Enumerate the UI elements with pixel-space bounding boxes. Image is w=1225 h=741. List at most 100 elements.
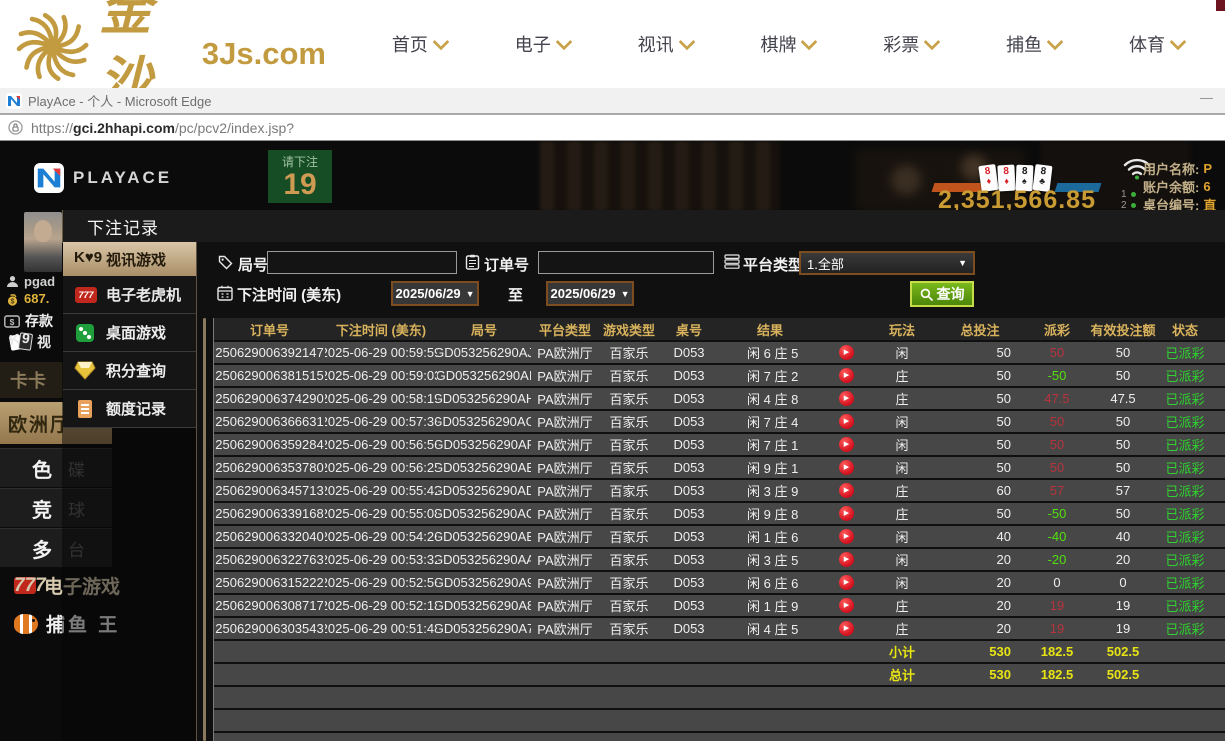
site-logo-link[interactable]: 金沙 3Js.com [6, 8, 326, 86]
cell-result: 闲 7 庄 2 [719, 365, 821, 386]
cell-side: 庄 [871, 595, 933, 616]
cell-side: 庄 [871, 388, 933, 409]
nav-item-0[interactable]: 首页 [392, 31, 447, 57]
cell-platform: PA欧洲厅 [531, 342, 599, 363]
cell-payout: 57 [1027, 480, 1087, 501]
nav-item-6[interactable]: 体育 [1129, 31, 1184, 57]
cell-result: 闲 6 庄 5 [719, 342, 821, 363]
subtotal-valid: 502.5 [1087, 641, 1159, 662]
cell-valid: 50 [1087, 457, 1159, 478]
cell-time: 2025-06-29 00:56:25 [325, 457, 437, 478]
cell-payout: 50 [1027, 342, 1087, 363]
game-category-label: 多 [32, 534, 52, 563]
cell-replay: ▶ [821, 457, 871, 478]
subtotal-table [659, 641, 719, 662]
cell-bet: 60 [933, 480, 1027, 501]
nav-item-4[interactable]: 彩票 [883, 31, 938, 57]
cell-status: 已派彩 [1159, 434, 1211, 455]
replay-button[interactable]: ▶ [839, 575, 854, 590]
modal-menu: K♥9视讯游戏777电子老虎机桌面游戏积分查询额度记录 [63, 242, 196, 428]
table-row-9: 2506290063227632025-06-29 00:53:32GD0532… [214, 549, 1225, 570]
cell-platform: PA欧洲厅 [531, 572, 599, 593]
main-nav: 首页 电子 视讯 棋牌 彩票 捕鱼 体育 [358, 0, 1218, 88]
replay-button[interactable]: ▶ [839, 460, 854, 475]
video-tab[interactable]: K♥9 视 [10, 332, 51, 352]
account-info-label: 用户名称: [1143, 159, 1199, 178]
nav-item-1[interactable]: 电子 [515, 31, 570, 57]
cell-payout: 19 [1027, 618, 1087, 639]
game-category-label: 色 [32, 454, 52, 483]
modal-menu-item-3[interactable]: 积分查询 [63, 352, 196, 390]
order-input[interactable] [538, 251, 714, 274]
table-row-12: 2506290063035432025-06-29 00:51:48GD0532… [214, 618, 1225, 639]
replay-button[interactable]: ▶ [839, 529, 854, 544]
chevron-down-icon [801, 34, 818, 51]
cell-table: D053 [659, 457, 719, 478]
lock-icon [8, 120, 23, 135]
cell-game: 百家乐 [599, 549, 659, 570]
cell-payout: -20 [1027, 549, 1087, 570]
cell-table: D053 [659, 434, 719, 455]
nav-item-2[interactable]: 视讯 [638, 31, 693, 57]
total-time [325, 664, 437, 685]
modal-menu-item-label: 积分查询 [106, 360, 166, 381]
cell-valid: 50 [1087, 365, 1159, 386]
cell-table: D053 [659, 411, 719, 432]
browser-urlbar[interactable]: https://gci.2hhapi.com/pc/pcv2/index.jsp… [0, 115, 1225, 141]
replay-button[interactable]: ▶ [839, 391, 854, 406]
cell-side: 闲 [871, 342, 933, 363]
nav-item-3[interactable]: 棋牌 [760, 31, 815, 57]
subtotal-result [719, 641, 821, 662]
cell-replay: ▶ [821, 503, 871, 524]
cell-status: 已派彩 [1159, 526, 1211, 547]
search-button[interactable]: 查询 [910, 281, 974, 307]
cell-table: D053 [659, 365, 719, 386]
replay-button[interactable]: ▶ [839, 552, 854, 567]
date-to-picker[interactable]: 2025/06/29 ▼ [546, 281, 634, 306]
playace-window-icon [6, 93, 22, 109]
subtotal-row: 小计530182.5502.5 [214, 641, 1225, 662]
cell-result: 闲 3 庄 9 [719, 480, 821, 501]
replay-button[interactable]: ▶ [839, 506, 854, 521]
round-input[interactable] [267, 251, 457, 274]
modal-menu-item-4[interactable]: 额度记录 [63, 390, 196, 428]
cell-time: 2025-06-29 00:58:19 [325, 388, 437, 409]
cell-replay: ▶ [821, 342, 871, 363]
minimize-button[interactable]: — [1200, 90, 1213, 105]
subtotal-time [325, 641, 437, 662]
cell-valid: 0 [1087, 572, 1159, 593]
cell-result: 闲 1 庄 9 [719, 595, 821, 616]
replay-button[interactable]: ▶ [839, 368, 854, 383]
replay-button[interactable]: ▶ [839, 621, 854, 636]
account-info: 用户名称:P账户余额:6桌台编号:直 [1143, 159, 1216, 213]
date-from-picker[interactable]: 2025/06/29 ▼ [391, 281, 479, 306]
account-info-label: 账户余额: [1143, 177, 1199, 196]
modal-title: 下注记录 [87, 214, 159, 239]
subtotal-platform [531, 641, 599, 662]
cell-round: GD053256290AA [437, 549, 531, 570]
cell-payout: 47.5 [1027, 388, 1087, 409]
subtotal-round [437, 641, 531, 662]
total-game [599, 664, 659, 685]
cell-side: 闲 [871, 434, 933, 455]
chevron-down-icon [924, 34, 941, 51]
deposit-button[interactable]: $ 存款 [4, 311, 53, 331]
replay-button[interactable]: ▶ [839, 483, 854, 498]
modal-menu-item-2[interactable]: 桌面游戏 [63, 314, 196, 352]
cell-round: GD053256290AC [437, 503, 531, 524]
replay-button[interactable]: ▶ [839, 345, 854, 360]
replay-button[interactable]: ▶ [839, 414, 854, 429]
modal-menu-item-1[interactable]: 777电子老虎机 [63, 276, 196, 314]
platform-select[interactable]: 1.全部 ▼ [799, 251, 975, 275]
game-category-label: 竞 [32, 494, 52, 523]
replay-button[interactable]: ▶ [839, 437, 854, 452]
vertical-scrollbar[interactable] [203, 318, 206, 741]
modal-menu-item-0[interactable]: K♥9视讯游戏 [63, 242, 196, 276]
chevron-down-icon [1169, 34, 1186, 51]
replay-button[interactable]: ▶ [839, 598, 854, 613]
cell-game: 百家乐 [599, 503, 659, 524]
cell-game: 百家乐 [599, 388, 659, 409]
cell-table: D053 [659, 572, 719, 593]
diamond-icon [74, 361, 98, 381]
nav-item-5[interactable]: 捕鱼 [1006, 31, 1061, 57]
